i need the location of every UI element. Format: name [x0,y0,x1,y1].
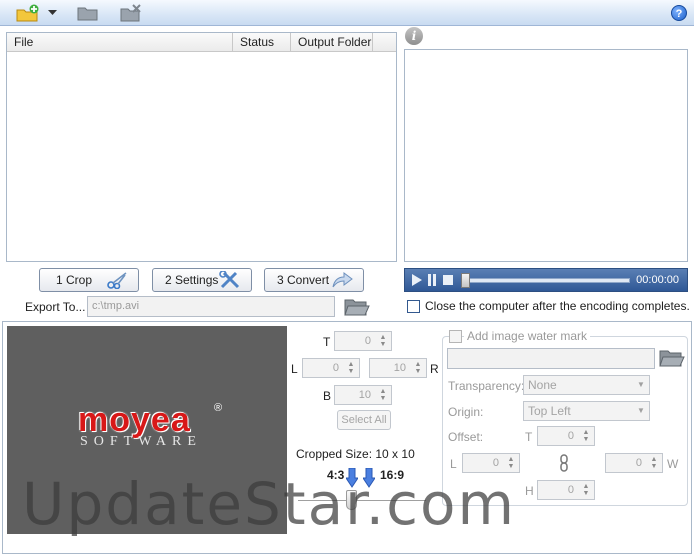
offset-left-label: L [450,457,457,471]
browse-folder-icon[interactable] [344,295,370,320]
add-watermark-label: Add image water mark [464,329,591,343]
stepper-arrows-icon[interactable]: ▲ ▼ [648,456,660,470]
export-label: Export To... [25,300,86,314]
crop-right-value: 10 [393,362,406,374]
stepper-arrows-icon[interactable]: ▲ ▼ [412,361,424,375]
settings-button-label: 2 Settings [165,273,219,287]
browse-watermark-folder-icon[interactable] [659,346,685,371]
origin-label: Origin: [448,405,484,419]
column-status[interactable]: Status [233,33,291,52]
player-controls: 00:00:00 [404,268,688,292]
crop-left-label: L [291,362,298,376]
offset-top-label: T [525,430,533,444]
playback-time: 00:00:00 [636,274,679,286]
close-computer-label: Close the computer after the encoding co… [425,299,690,313]
dropdown-arrow-icon[interactable] [46,3,58,23]
pause-icon[interactable] [427,274,437,289]
offset-left-value: 0 [492,457,499,469]
add-file-icon[interactable] [14,3,42,23]
crop-top-value: 0 [364,335,371,347]
stepper-arrows-icon[interactable]: ▲ ▼ [505,456,517,470]
stop-icon[interactable] [442,274,453,289]
seek-bar[interactable] [464,278,630,283]
select-all-button[interactable]: Select All [337,410,391,430]
convert-button[interactable]: 3 Convert [264,268,364,292]
scissors-icon [106,271,128,292]
offset-top-stepper[interactable]: 0 ▲ ▼ [537,426,595,446]
file-list-header: File Status Output Folder [7,33,396,52]
settings-button[interactable]: 2 Settings [152,268,252,292]
stepper-arrows-icon[interactable]: ▲ ▼ [580,429,592,443]
crop-left-value: 0 [332,362,339,374]
origin-select[interactable]: Top Left ▼ [523,401,650,421]
main-toolbar: ? [0,0,694,26]
transparency-label: Transparency: [448,379,525,393]
column-file[interactable]: File [7,33,233,52]
stepper-arrows-icon[interactable]: ▲ ▼ [377,334,389,348]
add-watermark-checkbox[interactable] [449,330,462,343]
cropped-size-label: Cropped Size: 10 x 10 [296,447,415,461]
crop-left-stepper[interactable]: 0 ▲ ▼ [302,358,360,378]
crop-button[interactable]: 1 Crop [39,268,139,292]
link-chain-icon[interactable] [559,454,569,475]
offset-width-stepper[interactable]: 0 ▲ ▼ [605,453,663,473]
offset-height-value: 0 [567,484,574,496]
offset-height-stepper[interactable]: 0 ▲ ▼ [537,480,595,500]
crop-bottom-value: 10 [358,389,371,401]
crop-button-label: 1 Crop [56,273,93,287]
offset-width-label: W [667,457,679,471]
stepper-arrows-icon[interactable]: ▲ ▼ [345,361,357,375]
play-icon[interactable] [411,274,422,289]
transparency-select[interactable]: None ▼ [523,375,650,395]
stepper-arrows-icon[interactable]: ▲ ▼ [377,388,389,402]
convert-arrow-icon [331,271,353,292]
remove-icon[interactable] [118,3,144,23]
video-preview [404,49,688,262]
stepper-arrows-icon[interactable]: ▲ ▼ [580,483,592,497]
help-icon[interactable]: ? [671,5,687,21]
crop-right-stepper[interactable]: 10 ▲ ▼ [369,358,427,378]
watermark-image-path-field[interactable] [447,348,655,369]
tools-icon [219,270,241,292]
offset-width-value: 0 [635,457,642,469]
offset-label: Offset: [448,430,484,444]
transparency-value: None [528,378,557,392]
convert-button-label: 3 Convert [277,273,330,287]
chevron-down-icon: ▼ [637,380,645,389]
folder-icon[interactable] [76,3,100,23]
offset-top-value: 0 [567,430,574,442]
origin-value: Top Left [528,404,571,418]
registered-mark: ® [214,402,223,414]
crop-bottom-label: B [323,389,332,403]
offset-height-label: H [525,484,534,498]
file-list[interactable]: File Status Output Folder [6,32,397,262]
seek-handle[interactable] [461,273,470,288]
crop-right-label: R [430,362,439,376]
info-icon[interactable]: i [405,27,423,45]
close-computer-checkbox[interactable] [407,300,420,313]
crop-top-label: T [323,335,331,349]
crop-top-stepper[interactable]: 0 ▲ ▼ [334,331,392,351]
export-path-field[interactable]: c:\tmp.avi [87,296,335,317]
moyea-logo-sub: SOFTWARE [80,434,202,449]
column-output-folder[interactable]: Output Folder [291,33,373,52]
crop-bottom-stepper[interactable]: 10 ▲ ▼ [334,385,392,405]
updatestar-watermark: UpdateStar.com [22,470,516,538]
chevron-down-icon: ▼ [637,406,645,415]
